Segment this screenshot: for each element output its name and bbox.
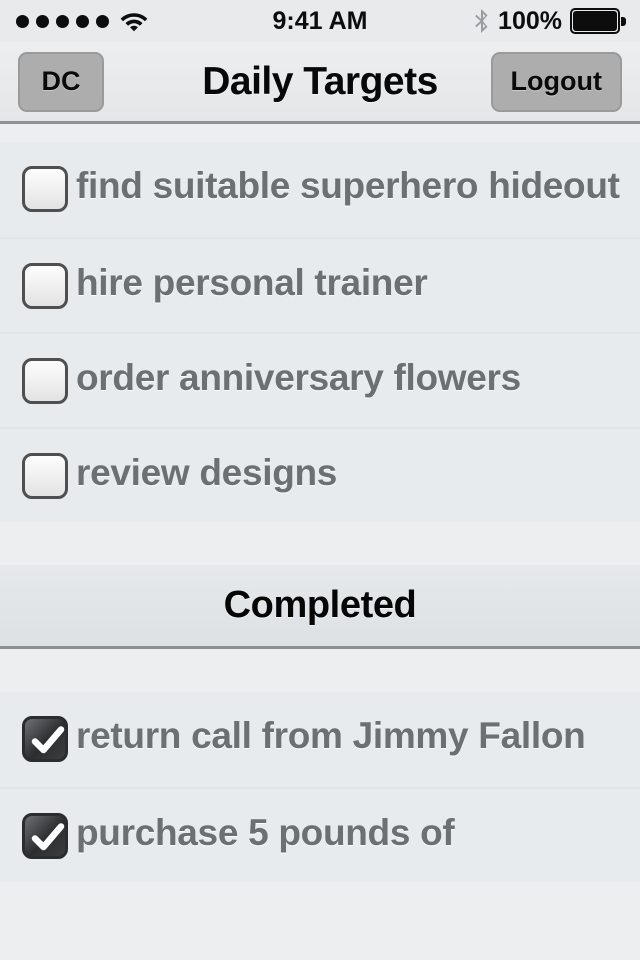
- completed-top-spacer: [0, 649, 640, 692]
- checkbox-unchecked-icon[interactable]: [22, 263, 68, 309]
- checkbox-unchecked-icon[interactable]: [22, 453, 68, 499]
- section-spacer: [0, 522, 640, 565]
- task-label: find suitable superhero hideout: [76, 165, 620, 206]
- status-bar-right: 100%: [474, 7, 640, 36]
- bluetooth-icon: [475, 9, 488, 33]
- completed-section: return call from Jimmy Fallon purchase 5…: [0, 692, 640, 882]
- task-row[interactable]: find suitable superhero hideout: [0, 142, 640, 237]
- task-row[interactable]: order anniversary flowers: [0, 332, 640, 427]
- task-label: review designs: [76, 452, 338, 493]
- completed-section-title: Completed: [223, 584, 417, 626]
- task-label: hire personal trainer: [76, 262, 428, 303]
- task-row[interactable]: return call from Jimmy Fallon: [0, 692, 640, 787]
- checkbox-checked-icon[interactable]: [22, 813, 68, 859]
- wifi-icon: [120, 13, 148, 32]
- list-top-spacer: [0, 124, 640, 142]
- task-row[interactable]: purchase 5 pounds of: [0, 787, 640, 882]
- task-label: return call from Jimmy Fallon: [76, 715, 586, 756]
- task-list-scroll-area[interactable]: find suitable superhero hideout hire per…: [0, 124, 640, 957]
- status-bar-left: [0, 10, 149, 32]
- task-row[interactable]: hire personal trainer: [0, 237, 640, 332]
- task-row[interactable]: review designs: [0, 427, 640, 522]
- checkbox-unchecked-icon[interactable]: [22, 358, 68, 404]
- status-bar-clock: 9:41 AM: [272, 6, 368, 35]
- profile-initials-button[interactable]: DC: [18, 51, 104, 112]
- battery-percentage: 100%: [498, 6, 562, 35]
- completed-section-header: Completed: [0, 565, 640, 649]
- task-label: order anniversary flowers: [76, 357, 521, 398]
- task-label: purchase 5 pounds of: [76, 812, 455, 853]
- logout-button[interactable]: Logout: [490, 51, 622, 112]
- navigation-bar: DC Daily Targets Logout: [0, 42, 640, 124]
- checkbox-unchecked-icon[interactable]: [22, 166, 68, 212]
- checkbox-checked-icon[interactable]: [22, 716, 68, 762]
- status-bar: 9:41 AM 100%: [0, 0, 640, 42]
- signal-strength-icon: [16, 14, 109, 28]
- todo-section: find suitable superhero hideout hire per…: [0, 142, 640, 522]
- battery-full-icon: [570, 8, 626, 34]
